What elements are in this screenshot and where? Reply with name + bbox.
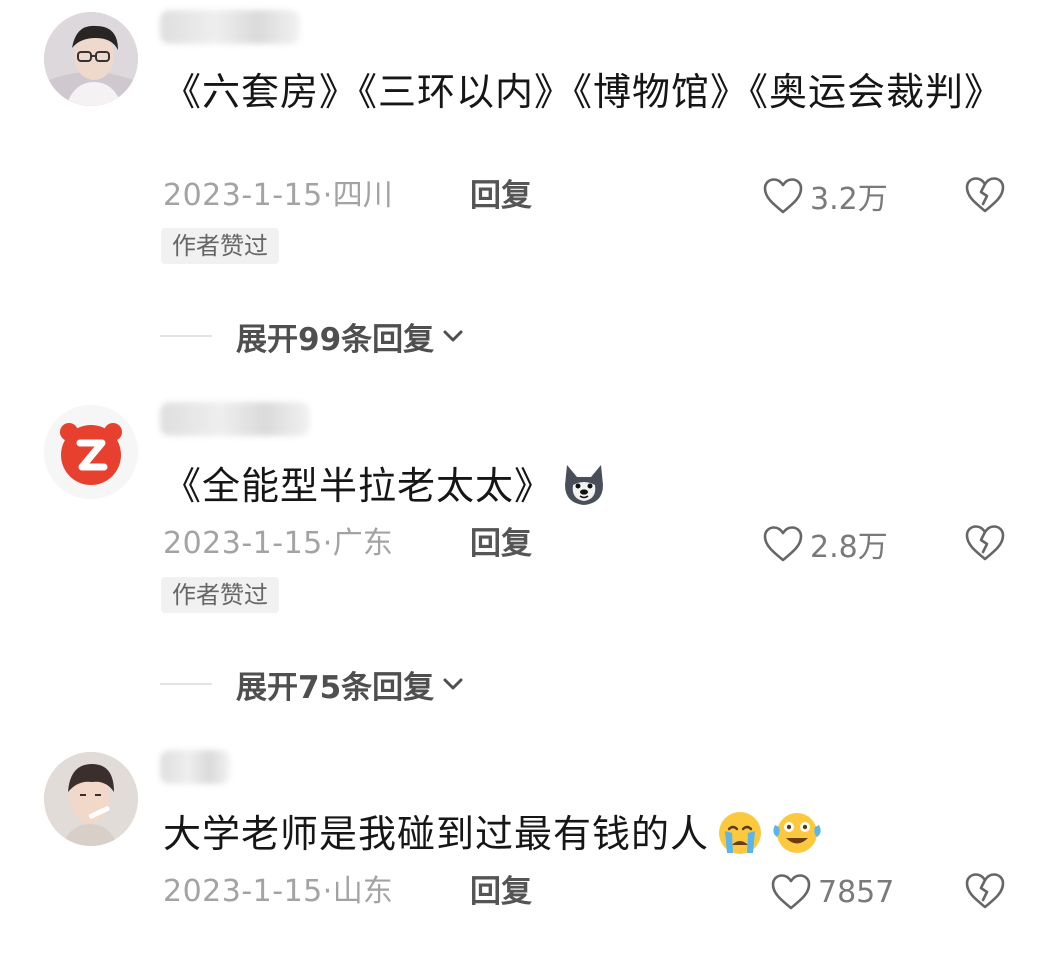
- comment-location: 四川: [332, 178, 393, 213]
- comment-1: 《六套房》《三环以内》《博物馆》《奥运会裁判》 2023-1-15·四川 回复 …: [0, 0, 1051, 360]
- broken-heart-icon: [965, 873, 1005, 909]
- comment-text: 大学老师是我碰到过最有钱的人: [163, 812, 710, 856]
- comment-text: 《全能型半拉老太太》: [163, 464, 554, 508]
- comment-meta: 2023-1-15·山东: [163, 872, 393, 912]
- heart-outline-icon: [763, 178, 803, 214]
- avatar[interactable]: [44, 405, 138, 499]
- dislike-button[interactable]: [963, 870, 1007, 914]
- comment-text-row: 大学老师是我碰到过最有钱的人: [163, 808, 993, 870]
- comment-location: 广东: [332, 526, 393, 561]
- username-blurred[interactable]: [160, 10, 300, 44]
- reply-button[interactable]: 回复: [470, 872, 532, 912]
- broken-heart-icon: [965, 177, 1005, 213]
- comment-date: 2023-1-15·: [163, 874, 333, 909]
- crying-face-emoji: [715, 809, 765, 870]
- author-liked-tag: 作者赞过: [161, 577, 279, 613]
- chevron-down-icon: [443, 678, 463, 690]
- divider-line: [160, 683, 212, 685]
- comment-meta: 2023-1-15·四川: [163, 176, 393, 216]
- heart-outline-icon: [771, 874, 811, 910]
- comment-text-row: 《全能型半拉老太太》: [163, 460, 993, 522]
- expand-replies-button[interactable]: 展开99条回复: [160, 314, 466, 358]
- expand-replies-label: 展开75条回复: [236, 669, 435, 706]
- husky-dog-emoji: [559, 461, 609, 522]
- like-button[interactable]: 3.2万: [762, 174, 888, 218]
- like-count: 2.8万: [810, 530, 888, 565]
- like-count: 3.2万: [810, 182, 888, 217]
- divider-line: [160, 335, 212, 337]
- like-button[interactable]: 7857: [770, 870, 894, 914]
- expand-replies-label: 展开99条回复: [236, 321, 435, 358]
- reply-button[interactable]: 回复: [470, 176, 532, 216]
- avatar[interactable]: [44, 12, 138, 106]
- dislike-button[interactable]: [963, 174, 1007, 218]
- like-button[interactable]: 2.8万: [762, 522, 888, 566]
- tears-of-joy-emoji: [771, 809, 823, 870]
- like-count: 7857: [818, 874, 895, 910]
- comment-date: 2023-1-15·: [163, 178, 333, 213]
- broken-heart-icon: [965, 525, 1005, 561]
- heart-outline-icon: [763, 526, 803, 562]
- reply-button[interactable]: 回复: [470, 524, 532, 564]
- author-liked-tag: 作者赞过: [161, 228, 279, 264]
- comment-location: 山东: [332, 874, 393, 909]
- username-blurred[interactable]: [160, 750, 230, 784]
- chevron-down-icon: [443, 330, 463, 342]
- comment-date: 2023-1-15·: [163, 526, 333, 561]
- comment-text: 《六套房》《三环以内》《博物馆》《奥运会裁判》: [163, 70, 1004, 114]
- avatar[interactable]: [44, 752, 138, 846]
- expand-replies-button[interactable]: 展开75条回复: [160, 662, 466, 706]
- comment-meta: 2023-1-15·广东: [163, 524, 393, 564]
- username-blurred[interactable]: [160, 402, 310, 436]
- dislike-button[interactable]: [963, 522, 1007, 566]
